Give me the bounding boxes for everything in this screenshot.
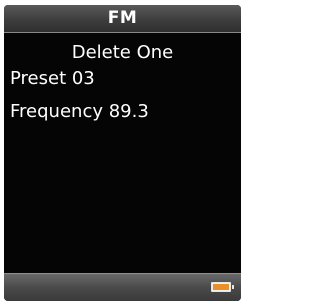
screen-title: FM [107,8,138,28]
battery-tip [232,285,234,289]
battery-icon [211,282,234,292]
frequency-label: Frequency 89.3 [10,101,149,122]
status-bar [4,273,241,301]
battery-fill [213,284,229,290]
title-bar: FM [4,5,241,33]
preset-label: Preset 03 [10,68,95,89]
action-title: Delete One [71,42,174,63]
fm-screen: FM Delete One Preset 03 Frequency 89.3 [4,5,241,301]
